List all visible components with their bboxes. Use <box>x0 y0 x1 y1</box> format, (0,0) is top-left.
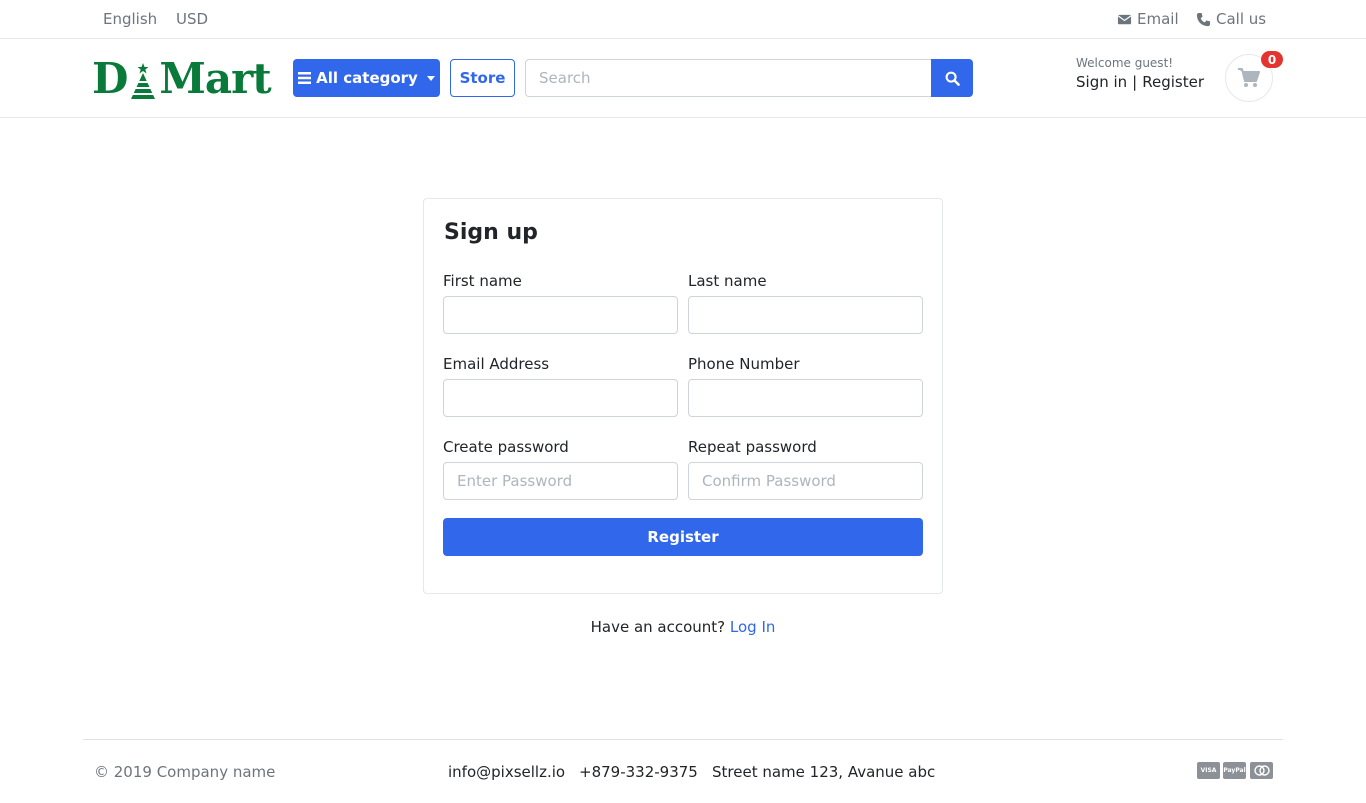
signup-title: Sign up <box>444 220 538 245</box>
store-button[interactable]: Store <box>450 59 515 97</box>
envelope-icon <box>1117 14 1132 24</box>
copyright-text: © 2019 Company name <box>94 763 276 781</box>
last-name-input[interactable] <box>688 296 923 334</box>
top-bar: English USD Email Call us <box>0 0 1366 39</box>
shopping-cart-icon <box>1238 68 1260 87</box>
logo-wordmark: D Mart <box>92 57 274 101</box>
repeat-password-input[interactable] <box>688 462 923 500</box>
log-in-link[interactable]: Log In <box>730 618 776 636</box>
create-password-label: Create password <box>443 438 569 456</box>
cart-count-badge: 0 <box>1261 51 1283 68</box>
phone-number-label: Phone Number <box>688 355 800 373</box>
repeat-password-label: Repeat password <box>688 438 817 456</box>
phone-number-input[interactable] <box>688 379 923 417</box>
footer-phone[interactable]: +879-332-9375 <box>579 763 698 781</box>
login-prompt-text: Have an account? <box>590 618 726 636</box>
visa-icon: VISA <box>1197 762 1220 779</box>
all-category-label: All category <box>316 69 418 87</box>
footer-email[interactable]: info@pixsellz.io <box>448 763 565 781</box>
all-category-button[interactable]: All category <box>293 59 440 97</box>
search-input[interactable] <box>525 59 931 97</box>
last-name-label: Last name <box>688 272 767 290</box>
mastercard-circles <box>1253 765 1270 776</box>
call-us-link[interactable]: Call us <box>1196 10 1266 28</box>
email-link-label: Email <box>1137 10 1179 28</box>
sign-in-link[interactable]: Sign in <box>1076 73 1127 91</box>
caret-down-icon <box>426 75 435 81</box>
first-name-label: First name <box>443 272 522 290</box>
hamburger-icon <box>298 72 312 84</box>
email-address-label: Email Address <box>443 355 550 373</box>
dmart-logo[interactable]: D Mart <box>92 57 274 101</box>
paypal-icon: PayPal <box>1223 762 1246 779</box>
footer-address: Street name 123, Avanue abc <box>712 763 936 781</box>
register-button[interactable]: Register <box>443 518 923 556</box>
call-us-label: Call us <box>1216 10 1267 28</box>
currency-selector[interactable]: USD <box>176 10 208 28</box>
tree-icon <box>129 63 158 99</box>
signup-card: Sign up First name Last name Email Addre… <box>423 198 943 594</box>
welcome-text: Welcome guest! <box>1076 56 1174 70</box>
register-link[interactable]: Register <box>1142 73 1204 91</box>
first-name-input[interactable] <box>443 296 678 334</box>
email-link[interactable]: Email <box>1117 10 1179 28</box>
login-prompt: Have an account? Log In <box>0 618 1366 636</box>
search-icon <box>945 71 960 86</box>
auth-links: Sign in | Register <box>1076 73 1204 91</box>
search-button[interactable] <box>931 59 973 97</box>
search-bar <box>525 59 973 97</box>
email-address-input[interactable] <box>443 379 678 417</box>
auth-separator: | <box>1132 73 1138 91</box>
language-selector[interactable]: English <box>103 10 157 28</box>
create-password-input[interactable] <box>443 462 678 500</box>
phone-icon <box>1196 12 1211 26</box>
logo-word-mart: Mart <box>159 54 271 103</box>
mastercard-icon <box>1250 762 1273 779</box>
logo-letter-d: D <box>92 54 128 103</box>
